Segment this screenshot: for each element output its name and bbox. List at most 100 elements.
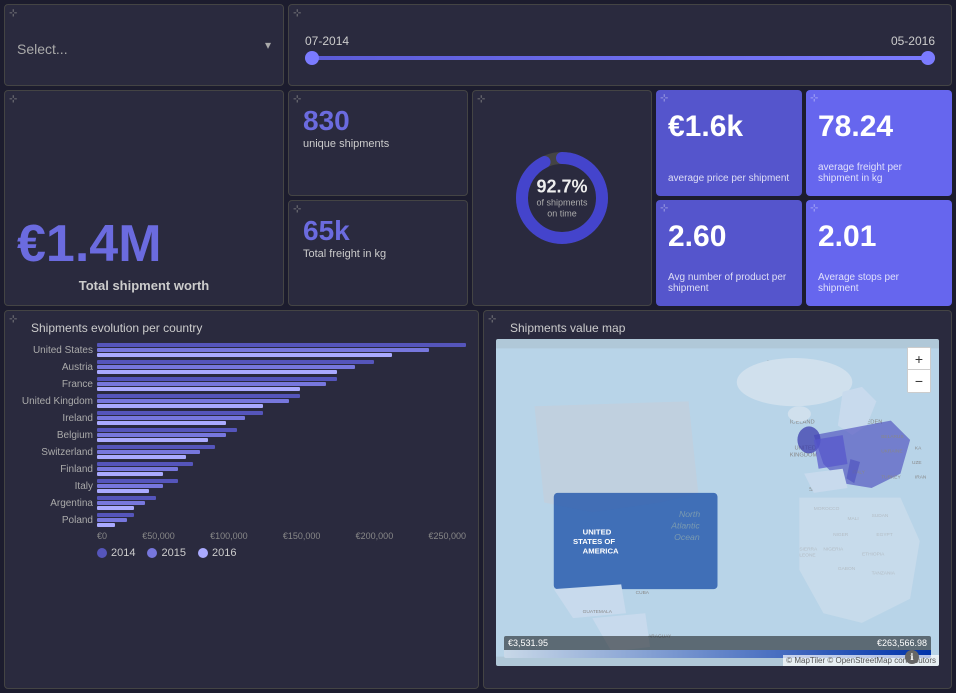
bar-label: Belgium (17, 430, 93, 441)
bar-label: Finland (17, 464, 93, 475)
svg-text:BELARUS: BELARUS (881, 434, 903, 440)
unique-shipments-value: 830 (303, 105, 453, 137)
bar-y2015 (97, 501, 145, 505)
bar-y2014 (97, 462, 193, 466)
bar-y2016 (97, 438, 208, 442)
chart-legend: 2014 2015 2016 (17, 547, 466, 559)
legend-item: 2016 (198, 547, 236, 559)
svg-text:North: North (679, 509, 700, 519)
svg-text:AMERICA: AMERICA (583, 547, 619, 556)
slider-thumb-right[interactable] (921, 51, 935, 65)
bar-y2015 (97, 382, 326, 386)
bar-label: United Kingdom (17, 396, 93, 407)
map-card: ⊹ Shipments value map GREENLAND ICELAND … (483, 310, 952, 689)
svg-text:KA: KA (915, 446, 922, 452)
svg-text:UZE: UZE (912, 460, 922, 466)
bar-label: Italy (17, 481, 93, 492)
map-container: GREENLAND ICELAND SWEDEN UNITED KINGDOM (496, 339, 939, 666)
bar-y2015 (97, 348, 429, 352)
bar-row: Ireland (97, 411, 466, 425)
bar-row: France (97, 377, 466, 391)
unique-shipments-move-icon: ⊹ (293, 95, 301, 105)
on-time-percentage: 92.7% (535, 177, 590, 198)
avg-price-move-icon: ⊹ (660, 94, 668, 104)
bar-y2014 (97, 479, 178, 483)
legend-year: 2015 (161, 547, 185, 559)
total-worth-move-icon: ⊹ (9, 95, 17, 105)
bar-y2014 (97, 513, 134, 517)
bars-container (97, 394, 466, 408)
legend-dot (198, 548, 208, 558)
donut-container: 92.7% of shipments on time (507, 143, 617, 253)
unique-shipments-label: unique shipments (303, 137, 453, 151)
move-icon: ⊹ (9, 9, 17, 19)
avg-products-move-icon: ⊹ (660, 204, 668, 214)
bars-container (97, 479, 466, 493)
svg-text:UNITED: UNITED (583, 527, 612, 536)
bar-y2015 (97, 467, 178, 471)
x-axis-label: €50,000 (142, 531, 175, 541)
bar-chart-title: Shipments evolution per country (31, 321, 466, 335)
svg-text:KINGDOM: KINGDOM (790, 452, 818, 458)
avg-freight-value: 78.24 (818, 110, 893, 144)
total-worth-label: Total shipment worth (79, 278, 209, 293)
chevron-down-icon: ▾ (265, 38, 271, 52)
bar-y2016 (97, 472, 163, 476)
bar-y2014 (97, 411, 263, 415)
slider-end-date: 05-2016 (891, 34, 935, 48)
world-map-svg: GREENLAND ICELAND SWEDEN UNITED KINGDOM (496, 339, 939, 666)
bar-y2016 (97, 523, 115, 527)
bar-row: Belgium (97, 428, 466, 442)
svg-text:UKRAINE: UKRAINE (881, 448, 902, 454)
x-axis-label: €250,000 (428, 531, 466, 541)
svg-text:Atlantic: Atlantic (670, 521, 700, 531)
dashboard: ⊹ Select... ▾ ⊹ 07-2014 05-2016 ⊹ €1.4M … (0, 0, 956, 693)
bar-y2015 (97, 484, 163, 488)
bars-container (97, 377, 466, 391)
avg-freight-move-icon: ⊹ (810, 94, 818, 104)
bar-y2014 (97, 360, 374, 364)
avg-freight-tile: ⊹ 78.24 average freight per shipment in … (806, 90, 952, 196)
bar-y2014 (97, 377, 337, 381)
x-axis-label: €100,000 (210, 531, 248, 541)
top-row: ⊹ Select... ▾ ⊹ 07-2014 05-2016 (0, 0, 956, 90)
bars-container (97, 462, 466, 476)
avg-products-value: 2.60 (668, 220, 726, 254)
zoom-out-button[interactable]: − (908, 370, 930, 392)
x-axis-label: €0 (97, 531, 107, 541)
bar-row: Austria (97, 360, 466, 374)
slider-thumb-left[interactable] (305, 51, 319, 65)
svg-text:IRAN: IRAN (915, 474, 927, 480)
bars-container (97, 445, 466, 459)
total-freight-value: 65k (303, 215, 453, 247)
bar-y2015 (97, 399, 289, 403)
map-move-icon: ⊹ (488, 315, 496, 325)
bar-label: Argentina (17, 498, 93, 509)
bar-y2016 (97, 421, 226, 425)
legend-item: 2014 (97, 547, 135, 559)
slider-fill (305, 56, 935, 60)
legend-dot (147, 548, 157, 558)
bar-y2015 (97, 433, 226, 437)
info-icon[interactable]: ℹ (905, 650, 919, 664)
slider-move-icon: ⊹ (293, 9, 301, 19)
bars-container (97, 513, 466, 527)
date-range-slider[interactable]: ⊹ 07-2014 05-2016 (288, 4, 952, 86)
avg-products-tile: ⊹ 2.60 Avg number of product per shipmen… (656, 200, 802, 306)
svg-text:Ocean: Ocean (674, 532, 700, 542)
bar-y2015 (97, 365, 355, 369)
bar-y2016 (97, 506, 134, 510)
avg-stops-label: Average stops per shipment (818, 272, 940, 294)
map-legend-values: €3,531.95 €263,566.98 (504, 636, 931, 650)
avg-price-label: average price per shipment (668, 173, 789, 184)
avg-stops-tile: ⊹ 2.01 Average stops per shipment (806, 200, 952, 306)
slider-track[interactable] (305, 56, 935, 60)
svg-text:CUBA: CUBA (636, 590, 650, 596)
zoom-in-button[interactable]: + (908, 348, 930, 370)
bar-y2016 (97, 489, 149, 493)
bar-chart-card: ⊹ Shipments evolution per country United… (4, 310, 479, 689)
legend-year: 2016 (212, 547, 236, 559)
select-widget[interactable]: ⊹ Select... ▾ (4, 4, 284, 86)
select-placeholder: Select... (17, 41, 68, 57)
map-zoom-controls[interactable]: + − (907, 347, 931, 393)
